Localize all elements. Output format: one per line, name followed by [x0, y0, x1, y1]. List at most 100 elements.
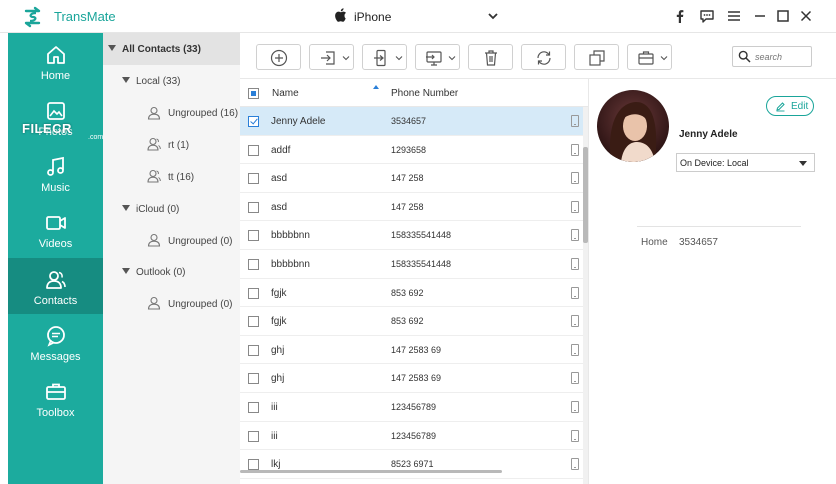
- add-contact-button[interactable]: [256, 44, 301, 70]
- contact-name-cell: iii: [271, 402, 278, 413]
- tree-item-rt[interactable]: rt (1): [168, 140, 189, 151]
- close-icon[interactable]: [798, 8, 814, 24]
- menu-icon[interactable]: [726, 8, 742, 24]
- row-checkbox[interactable]: [248, 201, 259, 213]
- list-header: Name Phone Number: [240, 79, 588, 107]
- contact-list: Name Phone Number Jenny Adele 3534657 addf…: [240, 79, 588, 484]
- minimize-icon[interactable]: [752, 8, 768, 24]
- location-dropdown[interactable]: On Device: Local: [676, 153, 815, 172]
- tree-item-local[interactable]: Local (33): [122, 76, 180, 87]
- edit-button[interactable]: Edit: [766, 96, 814, 116]
- contact-name-cell: Jenny Adele: [271, 116, 326, 127]
- row-checkbox[interactable]: [248, 116, 259, 127]
- pencil-icon: [776, 102, 785, 112]
- sidebar-item-music[interactable]: Music: [8, 145, 103, 201]
- tree-item-all-contacts[interactable]: All Contacts (33): [103, 33, 240, 65]
- expand-triangle-icon[interactable]: [122, 268, 130, 274]
- phone-device-icon: [571, 229, 579, 242]
- tree-label: Ungrouped: [168, 236, 218, 247]
- export-to-pc-button[interactable]: [415, 44, 460, 70]
- table-row[interactable]: ghj 147 2583 69: [240, 364, 583, 393]
- expand-triangle-icon[interactable]: [108, 45, 116, 51]
- row-checkbox[interactable]: [248, 173, 259, 185]
- phone-number-cell: 147 258: [391, 201, 424, 212]
- phone-device-icon: [571, 143, 579, 156]
- row-checkbox[interactable]: [248, 230, 259, 242]
- refresh-icon: [537, 51, 551, 65]
- tree-item-local-ungrouped[interactable]: Ungrouped (16): [168, 108, 238, 119]
- table-row[interactable]: Jenny Adele 3534657: [240, 107, 583, 136]
- row-checkbox[interactable]: [248, 402, 259, 413]
- search-box[interactable]: [732, 46, 812, 67]
- table-row[interactable]: fgjk 853 692: [240, 307, 583, 336]
- export-to-device-button[interactable]: [362, 44, 407, 70]
- row-checkbox[interactable]: [248, 259, 259, 270]
- expand-triangle-icon[interactable]: [122, 77, 130, 83]
- facebook-icon[interactable]: [672, 8, 688, 24]
- sidebar-item-messages[interactable]: Messages: [8, 314, 103, 370]
- phone-number-cell: 123456789: [391, 402, 437, 412]
- column-header-name[interactable]: Name: [272, 88, 299, 99]
- tree-count: (0): [173, 267, 186, 278]
- sidebar-item-contacts[interactable]: Contacts: [8, 258, 103, 314]
- tree-count: (0): [220, 299, 233, 310]
- delete-button[interactable]: [468, 44, 513, 70]
- tree-count: (16): [176, 172, 195, 183]
- toolbox-button[interactable]: [627, 44, 672, 70]
- table-row[interactable]: asd 147 258: [240, 193, 583, 222]
- row-checkbox[interactable]: [248, 430, 259, 442]
- table-row[interactable]: asd 147 258: [240, 164, 583, 193]
- phone-number-cell: 147 2583 69: [391, 373, 442, 384]
- select-all-checkbox[interactable]: [248, 88, 259, 99]
- row-checkbox[interactable]: [248, 344, 259, 356]
- tree-item-outlook-ungrouped[interactable]: Ungrouped (0): [168, 299, 233, 310]
- table-row[interactable]: bbbbbnn 158335541448: [240, 250, 583, 279]
- tree-label: All Contacts: [122, 44, 181, 55]
- sort-ascending-icon[interactable]: [373, 85, 379, 89]
- tree-item-icloud-ungrouped[interactable]: Ungrouped (0): [168, 236, 233, 247]
- title-bar: TransMate iPhone: [0, 0, 836, 33]
- tree-count: (0): [220, 236, 233, 247]
- tree-item-tt[interactable]: tt (16): [168, 172, 194, 183]
- sidebar-item-videos[interactable]: Videos: [8, 201, 103, 257]
- group-icon: [147, 233, 161, 247]
- device-selector[interactable]: iPhone: [326, 4, 506, 28]
- horizontal-scrollbar[interactable]: [240, 470, 502, 473]
- toolbox-icon: [638, 51, 654, 65]
- phone-number-cell: 123456789: [391, 430, 437, 441]
- feedback-icon[interactable]: [699, 8, 715, 24]
- sidebar-item-home[interactable]: Home: [8, 33, 103, 89]
- phone-number-cell: 3534657: [391, 116, 427, 126]
- transmate-logo-icon: [24, 6, 41, 28]
- table-row[interactable]: ghj 147 2583 69: [240, 336, 583, 365]
- refresh-button[interactable]: [521, 44, 566, 70]
- row-checkbox[interactable]: [248, 287, 259, 299]
- search-input[interactable]: [755, 49, 809, 64]
- tree-item-icloud[interactable]: iCloud (0): [122, 204, 179, 215]
- table-row[interactable]: lkj 8523 6971: [240, 450, 583, 479]
- table-row[interactable]: bbbbbnn 158335541448: [240, 221, 583, 250]
- row-checkbox[interactable]: [248, 459, 259, 471]
- chevron-down-icon[interactable]: [486, 9, 500, 23]
- chevron-down-icon: [660, 56, 668, 61]
- phone-device-icon: [571, 372, 579, 385]
- home-icon: [47, 46, 65, 64]
- table-row[interactable]: iii 123456789: [240, 422, 583, 451]
- column-header-phone[interactable]: Phone Number: [391, 88, 458, 99]
- deduplicate-button[interactable]: [574, 44, 619, 70]
- table-row[interactable]: addf 1293658: [240, 136, 583, 165]
- row-checkbox[interactable]: [248, 373, 259, 385]
- row-checkbox[interactable]: [248, 144, 259, 156]
- device-name: iPhone: [354, 10, 392, 24]
- expand-triangle-icon[interactable]: [122, 205, 130, 211]
- tree-label: Local: [136, 76, 160, 87]
- import-button[interactable]: [309, 44, 354, 70]
- phone-device-icon: [571, 200, 579, 213]
- sidebar-item-toolbox[interactable]: Toolbox: [8, 370, 103, 426]
- table-row[interactable]: fgjk 853 692: [240, 279, 583, 308]
- maximize-icon[interactable]: [775, 8, 791, 24]
- table-row[interactable]: iii 123456789: [240, 393, 583, 422]
- row-checkbox[interactable]: [248, 316, 259, 328]
- tree-item-outlook[interactable]: Outlook (0): [122, 267, 185, 278]
- phone-number-cell: 147 2583 69: [391, 344, 442, 355]
